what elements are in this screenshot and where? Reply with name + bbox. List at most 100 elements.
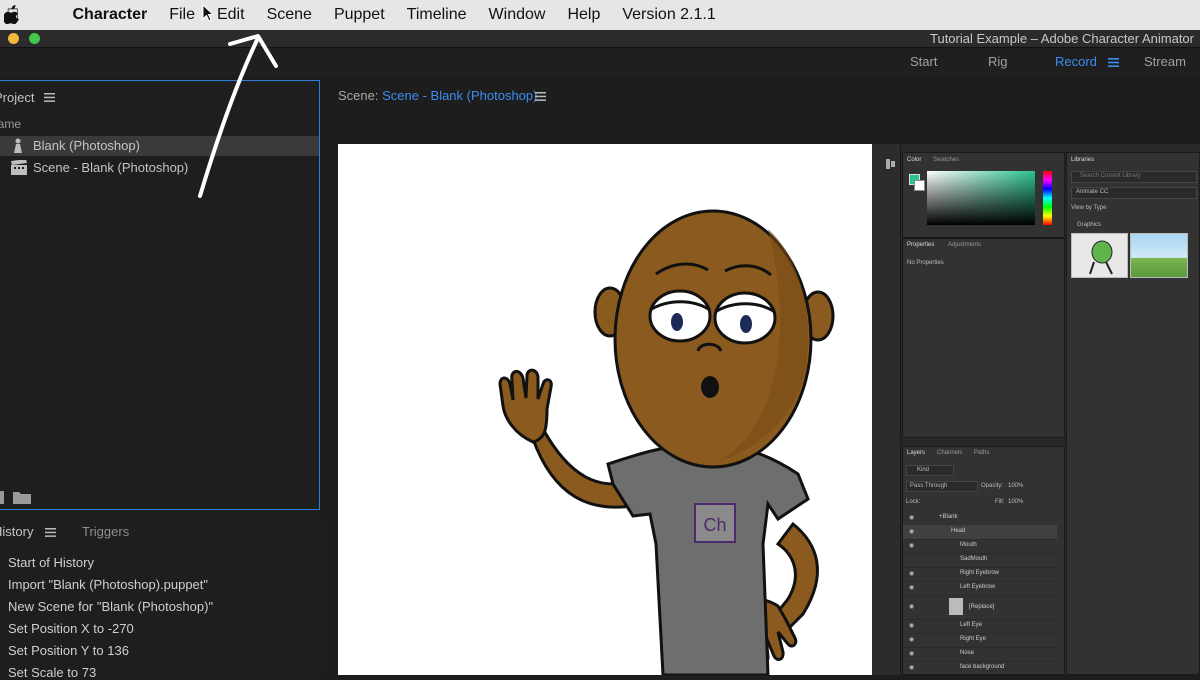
character-right-pupil — [740, 315, 752, 333]
panel-menu-icon[interactable] — [535, 92, 546, 101]
ps-blend-mode-label: Pass Through — [910, 483, 948, 489]
ps-tab-paths[interactable]: Paths — [974, 450, 989, 456]
menu-window[interactable]: Window — [478, 6, 557, 24]
ps-hue-slider[interactable] — [1043, 171, 1052, 225]
ps-library-name: Animate CC — [1076, 189, 1109, 195]
ps-layer-row[interactable]: ◉ Mouth — [903, 539, 1057, 554]
history-entry[interactable]: New Scene for "Blank (Photoshop)" — [8, 599, 213, 614]
mouse-pointer-icon — [202, 4, 214, 22]
panel-menu-icon[interactable] — [44, 93, 55, 102]
ps-kind-filter[interactable]: Kind — [906, 465, 954, 476]
menu-puppet[interactable]: Puppet — [323, 6, 396, 24]
ps-opacity-value[interactable]: 100% — [1008, 483, 1023, 489]
ps-lock-label: Lock: — [906, 499, 921, 505]
window-minimize-button[interactable] — [8, 33, 19, 44]
eye-icon[interactable]: ◉ — [909, 528, 914, 535]
workspace-bar: Start Rig Record Stream — [0, 48, 1200, 76]
window-zoom-button[interactable] — [29, 33, 40, 44]
scene-canvas[interactable]: Ch — [338, 144, 872, 675]
ps-fill-label: Fill: — [995, 499, 1005, 505]
ps-library-select[interactable]: Animate CC — [1071, 187, 1197, 199]
ps-tab-properties[interactable]: Properties — [907, 242, 934, 248]
window-title-bar: Tutorial Example – Adobe Character Anima… — [0, 30, 1200, 48]
workspace-menu-icon[interactable] — [1108, 58, 1119, 67]
ps-layer-row[interactable]: ◉ +Blank — [903, 511, 1057, 526]
tab-history[interactable]: History — [0, 524, 33, 539]
tab-triggers[interactable]: Triggers — [82, 524, 129, 539]
project-panel-title[interactable]: Project — [0, 90, 34, 105]
ps-library-thumbnail-landscape[interactable] — [1130, 233, 1188, 278]
ps-layer-thumbnail — [949, 598, 963, 615]
eye-icon[interactable]: ◉ — [909, 664, 914, 671]
history-entry[interactable]: Start of History — [8, 555, 94, 570]
ps-no-properties: No Properties — [907, 260, 944, 266]
ps-color-field[interactable] — [927, 171, 1035, 225]
mac-menu-bar:  Character File Edit Scene Puppet Timel… — [0, 0, 1200, 30]
project-item-puppet[interactable]: Blank (Photoshop) — [33, 138, 140, 153]
character-puppet[interactable]: Ch — [338, 144, 872, 675]
eye-icon[interactable]: ◉ — [909, 584, 914, 591]
ps-layer-row[interactable]: ◉ Head — [903, 525, 1057, 540]
ps-tab-adjustments[interactable]: Adjustments — [948, 242, 981, 248]
ps-libraries-title[interactable]: Libraries — [1071, 157, 1094, 163]
eye-icon[interactable]: ◉ — [909, 622, 914, 629]
eye-icon[interactable]: ◉ — [909, 603, 914, 610]
ps-color-panel: Color Swatches — [902, 152, 1065, 238]
project-item-scene[interactable]: Scene - Blank (Photoshop) — [33, 160, 188, 175]
scene-name[interactable]: Scene - Blank (Photoshop) — [382, 88, 537, 103]
ps-tool-icon[interactable] — [886, 159, 895, 169]
new-folder-icon[interactable] — [13, 491, 31, 504]
ps-library-thumbnail-character[interactable] — [1071, 233, 1128, 278]
ps-layer-row[interactable]: ◉ face background — [903, 661, 1057, 675]
eye-icon[interactable]: ◉ — [909, 514, 914, 521]
ps-blend-mode[interactable]: Pass Through — [906, 481, 978, 492]
apple-logo-icon[interactable] — [4, 5, 20, 24]
menu-timeline[interactable]: Timeline — [396, 6, 478, 24]
ps-background-swatch[interactable] — [914, 180, 925, 191]
ps-layer-row[interactable]: ◉ Left Eyebrow — [903, 581, 1057, 596]
scene-icon — [11, 160, 27, 175]
photoshop-window: Color Swatches Libraries Search Current … — [872, 144, 1200, 675]
ps-layer-row[interactable]: ◉ Nose — [903, 647, 1057, 662]
ps-library-search[interactable]: Search Current Library — [1071, 171, 1197, 183]
ps-layer-row[interactable]: ◉ Right Eye — [903, 633, 1057, 648]
character-mouth — [701, 376, 719, 398]
workspace-rig[interactable]: Rig — [988, 54, 1008, 69]
ps-layer-row[interactable]: ◉ Right Eyebrow — [903, 567, 1057, 582]
ps-kind-filter-label: Kind — [917, 467, 930, 473]
ps-tab-color[interactable]: Color — [907, 157, 921, 163]
workspace-start[interactable]: Start — [910, 54, 937, 69]
ps-tab-layers[interactable]: Layers — [907, 450, 925, 456]
eye-icon[interactable]: ◉ — [909, 650, 914, 657]
eye-icon[interactable]: ◉ — [909, 542, 914, 549]
ps-properties-panel: Properties Adjustments No Properties — [902, 238, 1065, 438]
menu-app-name[interactable]: Character — [62, 6, 159, 24]
history-entry[interactable]: Set Position Y to 136 — [8, 643, 129, 658]
character-waving-hand — [498, 368, 553, 444]
history-entry[interactable]: Set Scale to 73 — [8, 665, 96, 680]
workspace-record[interactable]: Record — [1055, 54, 1097, 69]
window-title: Tutorial Example – Adobe Character Anima… — [930, 31, 1194, 46]
ps-layer-row[interactable]: ◉ [Replace] — [903, 595, 1057, 620]
ps-view-by-type[interactable]: View by Type — [1071, 205, 1106, 211]
ps-tab-swatches[interactable]: Swatches — [933, 157, 959, 163]
ps-fill-value[interactable]: 100% — [1008, 499, 1023, 505]
history-entry[interactable]: Import "Blank (Photoshop).puppet" — [8, 577, 208, 592]
menu-version[interactable]: Version 2.1.1 — [611, 6, 726, 24]
new-item-icon[interactable] — [0, 491, 4, 504]
menu-help[interactable]: Help — [556, 6, 611, 24]
eye-icon[interactable]: ◉ — [909, 570, 914, 577]
ps-layer-row[interactable]: ◉ Left Eye — [903, 619, 1057, 634]
history-entry[interactable]: Set Position X to -270 — [8, 621, 134, 636]
ps-layer-row[interactable]: SadMouth — [903, 553, 1057, 568]
workspace-stream[interactable]: Stream — [1144, 54, 1186, 69]
ps-graphics-section[interactable]: Graphics — [1077, 222, 1101, 228]
eye-icon[interactable]: ◉ — [909, 636, 914, 643]
ps-libraries-panel: Libraries Search Current Library Animate… — [1066, 152, 1200, 675]
ps-tab-channels[interactable]: Channels — [937, 450, 962, 456]
project-column-name[interactable]: Name — [0, 117, 21, 131]
menu-file[interactable]: File — [158, 6, 206, 24]
panel-menu-icon[interactable] — [45, 528, 56, 537]
menu-scene[interactable]: Scene — [256, 6, 323, 24]
ps-opacity-label: Opacity: — [981, 483, 1004, 489]
